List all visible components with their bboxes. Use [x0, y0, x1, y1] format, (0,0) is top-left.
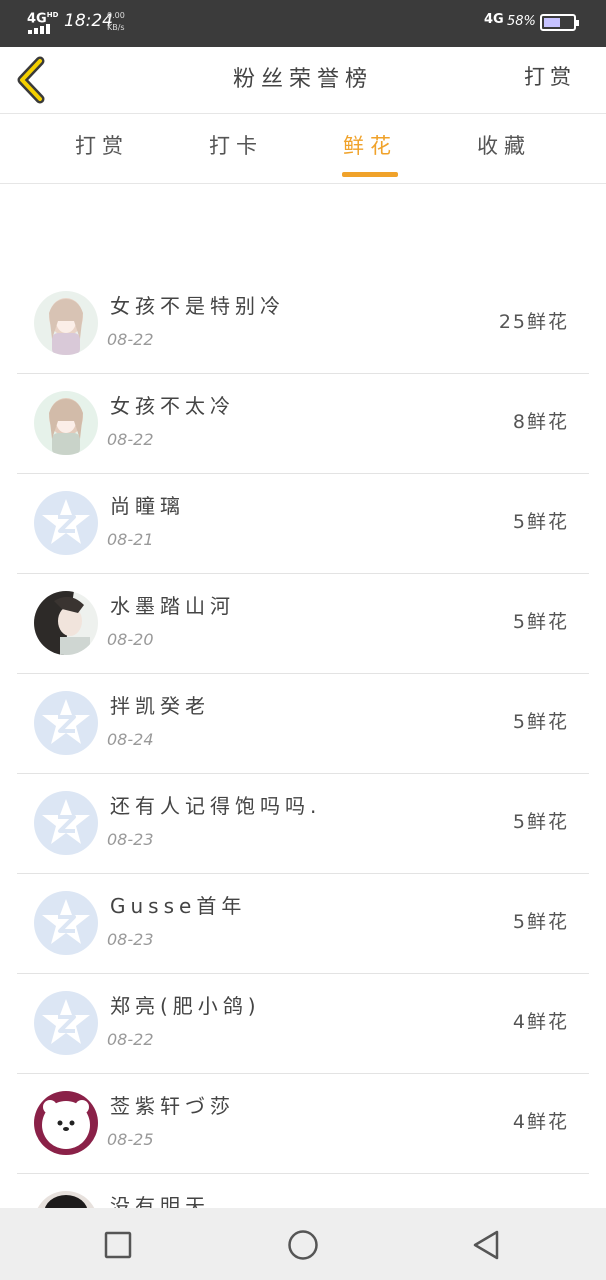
fan-date: 08-20: [107, 630, 154, 649]
signal-icon: [28, 24, 54, 34]
circle-icon: [288, 1230, 318, 1260]
fan-date: 08-22: [107, 430, 154, 449]
recent-apps-button[interactable]: [101, 1228, 135, 1262]
tab-bar: 打赏 打卡 鲜花 收藏: [0, 114, 606, 184]
flower-count: 4鲜花: [512, 1011, 569, 1033]
fan-list-item[interactable]: 莶紫轩づ莎 08-25 4鲜花: [17, 1074, 589, 1174]
fan-date: 08-23: [107, 830, 154, 849]
network-speed: 0.00 KB/s: [107, 10, 131, 34]
fan-list-item[interactable]: 水墨踏山河 08-20 5鲜花: [17, 574, 589, 674]
status-bar: 4GHD 18:24 0.00 KB/s 4G 58%: [0, 0, 606, 47]
flower-count: 5鲜花: [512, 511, 569, 533]
avatar[interactable]: [34, 891, 98, 955]
header: 粉丝荣誉榜 打赏: [0, 47, 606, 114]
battery-level-fill: [544, 18, 560, 27]
fan-list-item[interactable]: 还有人记得饱吗吗. 08-23 5鲜花: [17, 774, 589, 874]
tab-checkin[interactable]: 打卡: [191, 130, 281, 160]
tab-reward[interactable]: 打赏: [57, 130, 147, 160]
fan-list-item[interactable]: 尚瞳璃 08-21 5鲜花: [17, 474, 589, 574]
battery-percent: 58%: [507, 14, 536, 29]
speed-value: 0.00: [107, 11, 125, 20]
fan-date: 08-25: [107, 1130, 154, 1149]
page-title: 粉丝荣誉榜: [232, 67, 373, 92]
fan-name: 郑亮(肥小鸽): [110, 994, 261, 1018]
fan-list-item[interactable]: 女孩不是特别冷 08-22 25鲜花: [17, 274, 589, 374]
fan-date: 08-21: [107, 530, 154, 549]
fan-list-item[interactable]: 女孩不太冷 08-22 8鲜花: [17, 374, 589, 474]
avatar[interactable]: [34, 791, 98, 855]
avatar[interactable]: [34, 691, 98, 755]
fan-name: Gusse首年: [110, 894, 247, 918]
fan-name: 还有人记得饱吗吗.: [110, 794, 322, 818]
flower-count: 8鲜花: [512, 411, 569, 433]
fan-name: 尚瞳璃: [110, 494, 185, 518]
avatar[interactable]: [34, 1091, 98, 1155]
fan-date: 08-23: [107, 930, 154, 949]
flower-count: 5鲜花: [512, 911, 569, 933]
network-hd-label: HD: [46, 11, 59, 19]
fan-name: 水墨踏山河: [110, 594, 235, 618]
fan-list-item[interactable]: 郑亮(肥小鸽) 08-22 4鲜花: [17, 974, 589, 1074]
avatar[interactable]: [34, 491, 98, 555]
fan-date: 08-22: [107, 1030, 154, 1049]
active-tab-indicator: [342, 172, 398, 177]
flower-count: 4鲜花: [512, 1111, 569, 1133]
fan-list-item[interactable]: 拌凯癸老 08-24 5鲜花: [17, 674, 589, 774]
home-button[interactable]: [286, 1228, 320, 1262]
fan-date: 08-22: [107, 330, 154, 349]
triangle-back-icon: [473, 1230, 499, 1260]
clock: 18:24: [64, 11, 113, 31]
reward-button[interactable]: 打赏: [524, 61, 576, 91]
tab-flowers[interactable]: 鲜花: [325, 130, 415, 160]
network-type-right: 4G: [484, 12, 504, 27]
flower-count: 5鲜花: [512, 811, 569, 833]
fan-name: 女孩不是特别冷: [110, 294, 285, 318]
flower-count: 5鲜花: [512, 711, 569, 733]
fan-list: 女孩不是特别冷 08-22 25鲜花女孩不太冷 08-22 8鲜花尚瞳璃 08-21 5鲜花…: [17, 274, 589, 1274]
fan-date: 08-24: [107, 730, 154, 749]
fan-name: 拌凯癸老: [110, 694, 210, 718]
fan-name: 莶紫轩づ莎: [110, 1094, 235, 1118]
fan-list-item[interactable]: Gusse首年 08-23 5鲜花: [17, 874, 589, 974]
battery-icon: [540, 14, 579, 31]
fan-name: 女孩不太冷: [110, 394, 235, 418]
navigation-bar: [0, 1208, 606, 1280]
flower-count: 25鲜花: [498, 311, 569, 333]
square-icon: [104, 1231, 132, 1259]
avatar[interactable]: [34, 391, 98, 455]
flower-count: 5鲜花: [512, 611, 569, 633]
speed-unit: KB/s: [107, 23, 125, 32]
avatar[interactable]: [34, 291, 98, 355]
tab-favorites[interactable]: 收藏: [459, 130, 549, 160]
avatar[interactable]: [34, 991, 98, 1055]
back-nav-button[interactable]: [470, 1228, 504, 1262]
avatar[interactable]: [34, 591, 98, 655]
